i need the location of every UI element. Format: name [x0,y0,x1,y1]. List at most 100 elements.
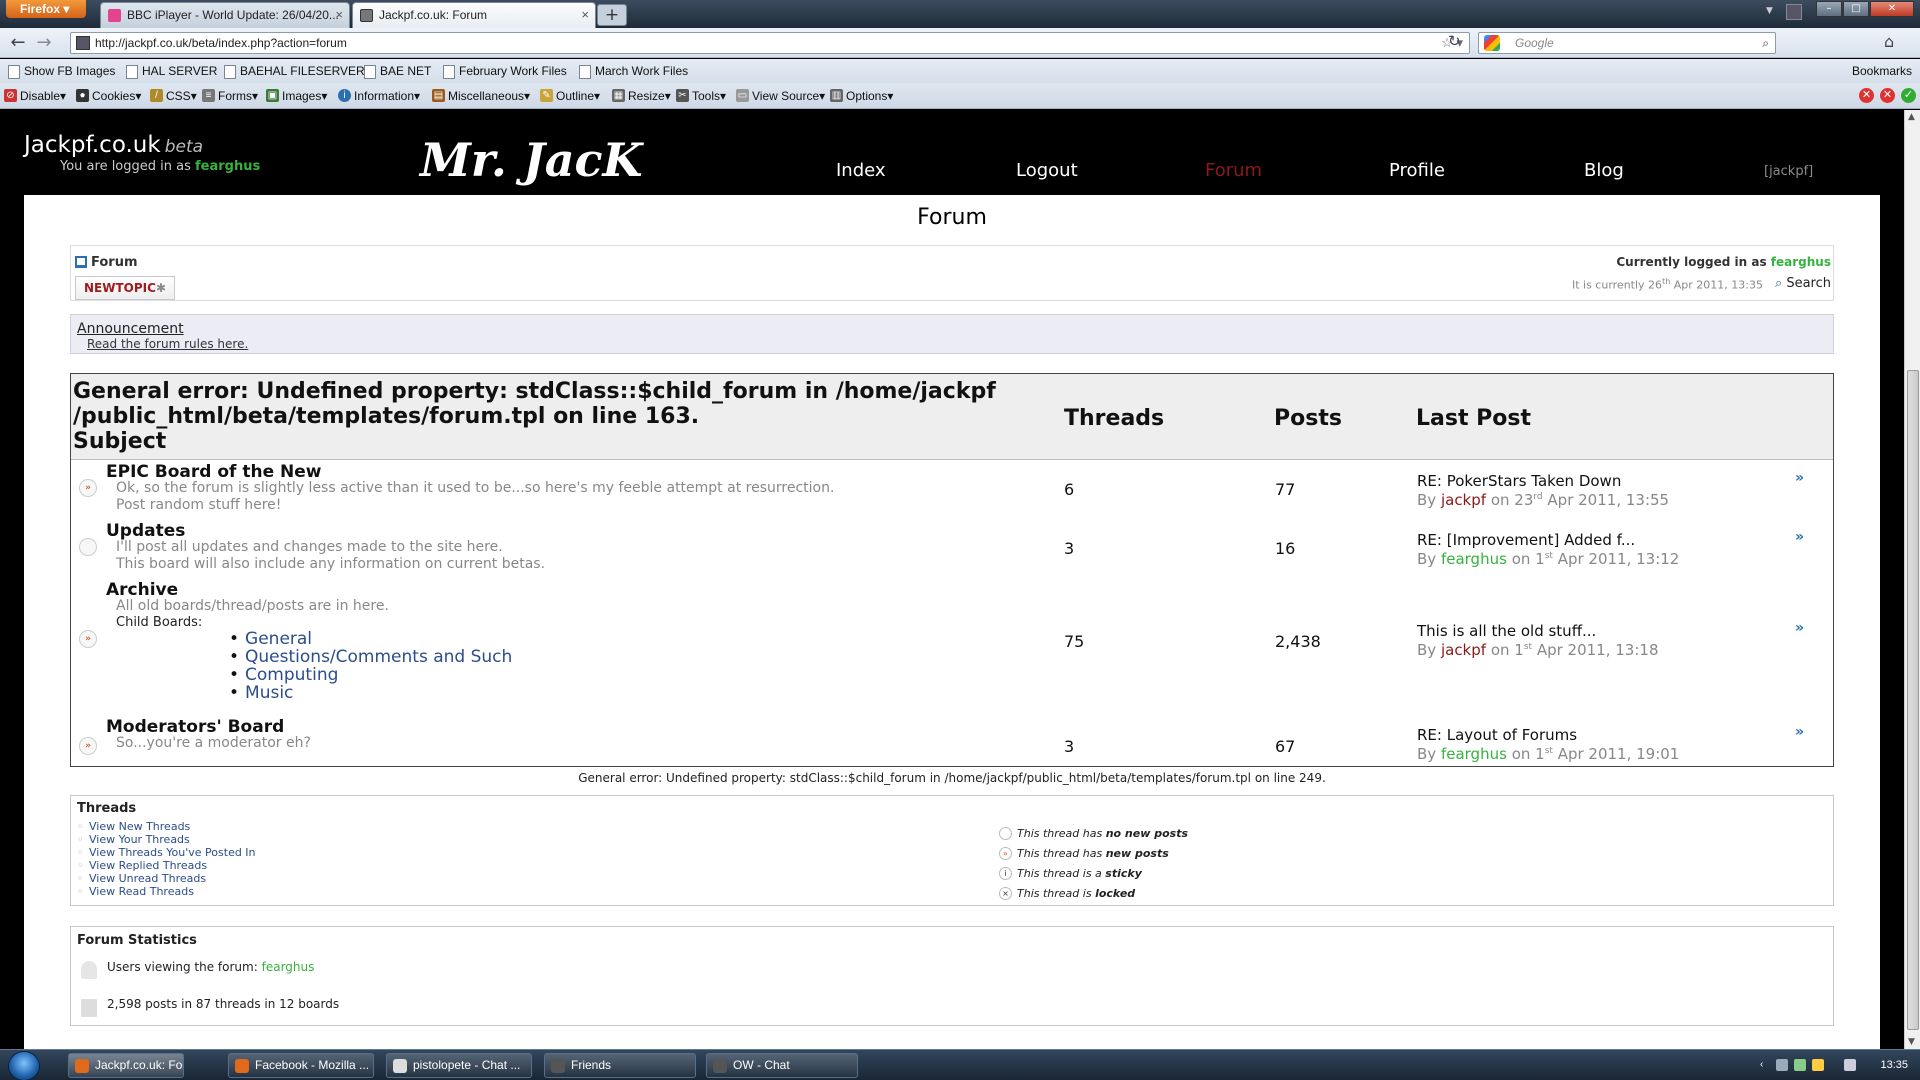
show-hidden-icons-icon[interactable]: ‹ [1760,1059,1772,1071]
close-icon[interactable]: × [581,3,589,27]
last-post-user-link[interactable]: fearghus [1441,745,1507,763]
maximize-icon[interactable]: □ [1843,1,1869,17]
error-status-icon[interactable]: ✕ [1880,88,1895,103]
forum-title-link[interactable]: Updates [106,521,185,541]
back-arrow-icon[interactable]: ← [6,32,30,54]
child-board-link[interactable]: Music [229,684,512,702]
view-posted-threads-link[interactable]: View Threads You've Posted In [77,846,256,859]
system-clock[interactable]: 13:35 [1880,1059,1908,1071]
close-icon[interactable]: × [335,3,343,27]
forward-arrow-icon[interactable]: → [32,32,56,54]
firefox-menu-button[interactable]: Firefox ▾ [6,0,86,18]
reload-icon[interactable]: ↻ [1448,32,1461,50]
devtool-outline[interactable]: ✎ Outline▾ [540,88,600,104]
url-bar[interactable]: http://jackpf.co.uk/beta/index.php?actio… [70,32,1470,54]
devtool-forms[interactable]: ≡ Forms▾ [202,88,258,104]
nav-forum[interactable]: Forum [1205,160,1262,181]
site-title[interactable]: Jackpf.co.uk beta [24,132,203,158]
site-identity-icon[interactable] [76,36,90,50]
go-to-last-post-icon[interactable]: » [1795,529,1804,545]
view-read-threads-link[interactable]: View Read Threads [77,885,256,898]
nav-profile[interactable]: Profile [1389,160,1445,181]
announcement-heading[interactable]: Announcement [77,321,184,337]
nav-blog[interactable]: Blog [1584,160,1624,181]
bookmark-bae-net[interactable]: BAE NET [364,63,431,79]
forum-title-link[interactable]: Archive [106,580,178,600]
taskbar-item-ow-chat[interactable]: OW - Chat [706,1053,858,1078]
devtool-view-source[interactable]: ▭ View Source▾ [736,88,825,104]
username-link[interactable]: fearghus [1771,255,1831,269]
page-scrollbar[interactable]: ▲ ▼ [1904,110,1920,1049]
nav-user-jackpf[interactable]: [jackpf] [1764,164,1813,179]
start-button[interactable] [8,1051,40,1080]
bookmarks-menu[interactable]: Bookmarks [1852,63,1912,79]
taskbar-item-jackpf-forum[interactable]: Jackpf.co.uk: Forum... [68,1053,184,1078]
devtool-cookies[interactable]: ● Cookies▾ [76,88,141,104]
devtool-disable[interactable]: ⊘ Disable▾ [4,88,66,104]
search-link[interactable]: ⌕ Search [1775,276,1831,291]
viewing-user-link[interactable]: fearghus [262,960,315,974]
child-board-link[interactable]: Questions/Comments and Such [229,648,512,666]
check-status-icon[interactable]: ✓ [1901,88,1916,103]
scroll-down-icon[interactable]: ▼ [1908,1037,1915,1047]
announcement-link[interactable]: Read the forum rules here. [87,337,248,351]
last-post-user-link[interactable]: jackpf [1441,641,1486,659]
scroll-up-icon[interactable]: ▲ [1908,112,1915,122]
google-icon[interactable] [1484,35,1500,51]
devtool-resize[interactable]: ▦ Resize▾ [612,88,671,104]
forum-title-link[interactable]: EPIC Board of the New [106,462,322,482]
taskbar-item-pistolopete-chat[interactable]: pistolopete - Chat ... [386,1053,532,1078]
view-unread-threads-link[interactable]: View Unread Threads [77,872,256,885]
last-post-title-link[interactable]: RE: PokerStars Taken Down [1417,472,1621,490]
last-post-title-link[interactable]: This is all the old stuff... [1417,622,1596,640]
bookmark-march-work-files[interactable]: March Work Files [579,63,688,79]
last-post-title-link[interactable]: RE: [Improvement] Added f... [1417,531,1635,549]
close-window-icon[interactable]: ✕ [1870,1,1914,17]
bookmark-baehal-fileserver[interactable]: BAEHAL FILESERVER [224,63,365,79]
minimize-icon[interactable]: – [1816,1,1842,17]
devtool-css[interactable]: / CSS▾ [150,88,197,104]
go-to-last-post-icon[interactable]: » [1795,620,1804,636]
network-tray-icon[interactable] [1794,1059,1806,1071]
devtool-tools[interactable]: ✂ Tools▾ [676,88,726,104]
breadcrumb[interactable]: Forum [75,255,138,270]
bookmark-hal-server[interactable]: HAL SERVER [126,63,217,79]
child-board-link[interactable]: General [229,630,512,648]
last-post-user-link[interactable]: fearghus [1441,550,1507,568]
mr-jack-logo[interactable]: Mr. JacK [410,114,710,194]
search-icon[interactable]: ⌕ [1762,33,1769,53]
view-new-threads-link[interactable]: View New Threads [77,820,256,833]
devtool-miscellaneous[interactable]: ▤ Miscellaneous▾ [432,88,530,104]
nav-index[interactable]: Index [836,160,886,181]
go-to-last-post-icon[interactable]: » [1795,470,1804,486]
search-input[interactable]: Google ⌕ [1478,32,1776,54]
steam-tray-icon[interactable] [1776,1059,1788,1071]
devtool-images[interactable]: ▣ Images▾ [266,88,327,104]
bookmark-february-work-files[interactable]: February Work Files [443,63,567,79]
new-topic-button[interactable]: NEWTOPIC✱ [75,276,175,300]
security-tray-icon[interactable] [1812,1059,1824,1071]
tab-jackpf-forum[interactable]: Jackpf.co.uk: Forum × [352,2,596,28]
volume-icon[interactable] [1844,1059,1856,1071]
child-board-link[interactable]: Computing [229,666,512,684]
forum-title-link[interactable]: Moderators' Board [106,717,284,737]
view-replied-threads-link[interactable]: View Replied Threads [77,859,256,872]
taskbar-item-facebook[interactable]: Facebook - Mozilla ... [228,1053,374,1078]
tab-list-icon[interactable]: ▼ [1766,6,1773,16]
nav-logout[interactable]: Logout [1016,160,1078,181]
view-your-threads-link[interactable]: View Your Threads [77,833,256,846]
last-post-title-link[interactable]: RE: Layout of Forums [1417,726,1577,744]
error-status-icon[interactable]: ✕ [1859,88,1874,103]
taskbar-item-friends[interactable]: Friends [544,1053,696,1078]
bookmark-show-fb-images[interactable]: Show FB Images [8,63,115,79]
devtool-options[interactable]: ▥ Options▾ [830,88,893,104]
devtool-information[interactable]: i Information▾ [338,88,420,104]
tab-bbc-iplayer[interactable]: BBC iPlayer - World Update: 26/04/20... … [100,2,350,28]
last-post-user-link[interactable]: jackpf [1441,491,1486,509]
new-tab-button[interactable]: + [597,4,627,26]
panorama-icon[interactable] [1786,4,1802,20]
go-to-last-post-icon[interactable]: » [1795,724,1804,740]
home-icon[interactable]: ⌂ [1884,32,1894,51]
scrollbar-thumb[interactable] [1907,370,1919,1030]
username-link[interactable]: fearghus [195,159,260,174]
